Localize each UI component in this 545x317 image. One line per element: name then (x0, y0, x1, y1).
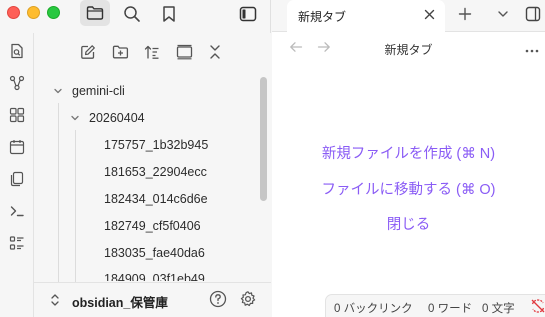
bookmark-icon (162, 5, 176, 23)
view-header: 新規タブ (272, 33, 545, 65)
help-button[interactable] (208, 290, 228, 313)
view-title: 新規タブ (384, 43, 433, 57)
file-name: 182434_014c6d6e (104, 192, 208, 206)
file-name: 182749_cf5f0406 (104, 219, 201, 233)
help-icon (209, 290, 227, 313)
folder-name: gemini-cli (72, 84, 125, 98)
file-name: 175757_1b32b945 (104, 138, 209, 152)
character-count: 0 文字 (482, 303, 515, 315)
word-count: 0 ワード (428, 303, 473, 315)
sync-status-icon[interactable] (530, 298, 545, 314)
new-note-button[interactable] (77, 43, 99, 65)
window-close-button[interactable] (7, 6, 20, 19)
new-note-icon (80, 44, 96, 65)
command-palette-button[interactable] (3, 201, 31, 225)
chevron-down-icon (52, 85, 64, 97)
explorer-scrollbar[interactable] (260, 77, 267, 201)
collapse-all-button[interactable] (204, 43, 226, 65)
tab-list-button[interactable] (492, 5, 514, 27)
ribbon (0, 33, 34, 317)
window-minimize-button[interactable] (27, 6, 40, 19)
new-folder-icon (112, 44, 129, 65)
daily-note-icon (9, 139, 25, 160)
close-icon (424, 7, 435, 25)
file-row[interactable]: 183035_fae40da6 (104, 243, 205, 263)
folder-icon (86, 5, 104, 21)
tab-label: 新規タブ (298, 10, 347, 24)
command-palette-icon (9, 203, 25, 224)
status-bar: 0 バックリンク 0 ワード 0 文字 (325, 294, 545, 317)
file-row[interactable]: 181653_22904ecc (104, 162, 207, 182)
file-row[interactable]: 182434_014c6d6e (104, 189, 208, 209)
create-new-file-link[interactable]: 新規ファイルを作成 (⌘ N) (272, 142, 545, 163)
file-explorer: gemini-cli 20260404 175757_1b32b945 1816… (34, 33, 271, 317)
vault-switcher[interactable]: obsidian_保管庫 (50, 292, 168, 310)
collapse-left-sidebar-button[interactable] (234, 0, 262, 28)
folder-row-subfolder[interactable]: 20260404 (69, 108, 145, 128)
more-horizontal-icon (525, 40, 539, 58)
graph-view-button[interactable] (3, 73, 31, 97)
daily-note-button[interactable] (3, 137, 31, 161)
backlinks-count[interactable]: 0 バックリンク (334, 300, 413, 316)
close-tab-link[interactable]: 閉じる (272, 213, 545, 234)
vault-name: obsidian_保管庫 (72, 295, 168, 310)
canvas-icon (9, 107, 25, 128)
gear-icon (239, 290, 257, 313)
chevrons-up-down-icon (50, 293, 60, 310)
graph-view-icon (9, 75, 25, 96)
file-row[interactable]: 175757_1b32b945 (104, 135, 208, 155)
toggle-right-sidebar-button[interactable] (522, 5, 544, 27)
quick-switcher-button[interactable] (3, 41, 31, 65)
bases-button[interactable] (3, 233, 31, 257)
sort-icon (144, 44, 160, 65)
sort-button[interactable] (141, 43, 163, 65)
window-zoom-button[interactable] (47, 6, 60, 19)
left-sidebar: gemini-cli 20260404 175757_1b32b945 1816… (0, 0, 271, 317)
bookmarks-tab-button[interactable] (156, 0, 182, 28)
folder-name: 20260404 (89, 111, 145, 125)
file-row-partial[interactable]: 184909_03f1eb49 (104, 270, 205, 281)
open-quick-switcher-icon (9, 43, 25, 64)
file-name: 183035_fae40da6 (104, 246, 205, 260)
canvas-button[interactable] (3, 105, 31, 129)
more-options-button[interactable] (523, 40, 541, 58)
collapse-all-icon (208, 44, 222, 65)
templates-button[interactable] (3, 169, 31, 193)
templates-icon (9, 171, 25, 192)
main-workspace: 新規タブ 新規タブ 新規ファイルを作成 (⌘ N) ファイルに移動する (⌘ O… (272, 0, 545, 317)
files-tab-button[interactable] (80, 0, 110, 26)
new-folder-button[interactable] (109, 43, 131, 65)
tab-close-button[interactable] (421, 8, 437, 24)
folder-row-root[interactable]: gemini-cli (52, 81, 125, 101)
bases-icon (9, 235, 25, 256)
search-tab-button[interactable] (119, 0, 145, 28)
file-name: 181653_22904ecc (104, 165, 207, 179)
auto-reveal-button[interactable] (173, 43, 195, 65)
file-name: 184909_03f1eb49 (104, 272, 205, 281)
sidebar-toggle-icon (525, 6, 541, 27)
vault-bar: obsidian_保管庫 (34, 282, 271, 317)
search-icon (123, 5, 141, 23)
chevron-down-icon (497, 7, 509, 25)
explorer-toolbar (34, 43, 271, 65)
go-to-file-link[interactable]: ファイルに移動する (⌘ O) (272, 178, 545, 199)
tab-strip: 新規タブ (272, 0, 545, 33)
chevron-down-icon (69, 112, 81, 124)
sidebar-toggle-icon (239, 6, 257, 22)
tab-new-tab[interactable]: 新規タブ (287, 0, 445, 33)
settings-button[interactable] (238, 290, 258, 313)
plus-icon (458, 7, 472, 26)
new-tab-button[interactable] (454, 5, 476, 27)
file-row[interactable]: 182749_cf5f0406 (104, 216, 201, 236)
auto-reveal-icon (176, 44, 193, 65)
